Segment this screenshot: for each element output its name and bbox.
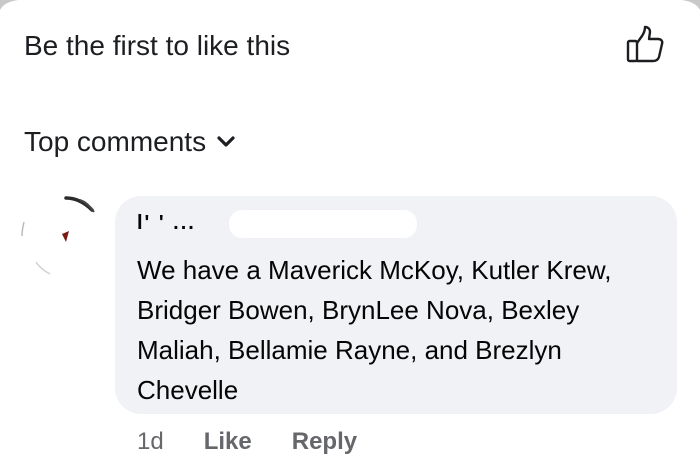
- thumbs-up-icon[interactable]: [624, 24, 666, 66]
- comment-like-button[interactable]: Like: [204, 428, 252, 456]
- screen-corner-edges: [0, 0, 700, 10]
- commenter-avatar[interactable]: [14, 186, 114, 286]
- comment-body-text: We have a Maverick McKoy, Kutler Krew, B…: [137, 255, 612, 405]
- reactions-summary-row: Be the first to like this: [0, 22, 700, 74]
- comment-author-name[interactable]: l' ' ...: [137, 208, 196, 238]
- comments-sort-dropdown[interactable]: Top comments: [24, 122, 236, 162]
- comment-actions: 1d Like Reply: [137, 424, 357, 460]
- chevron-down-icon: [216, 135, 236, 149]
- likes-summary-text: Be the first to like this: [24, 30, 291, 61]
- comment-author[interactable]: l' ' ...: [137, 208, 417, 238]
- redaction-mark: [229, 210, 417, 238]
- comment-reply-button[interactable]: Reply: [292, 428, 357, 456]
- comments-sort-label: Top comments: [24, 126, 207, 157]
- comment-timestamp[interactable]: 1d: [137, 428, 164, 456]
- comment-bubble: l' ' ... We have a Maverick McKoy, Kutle…: [115, 196, 677, 414]
